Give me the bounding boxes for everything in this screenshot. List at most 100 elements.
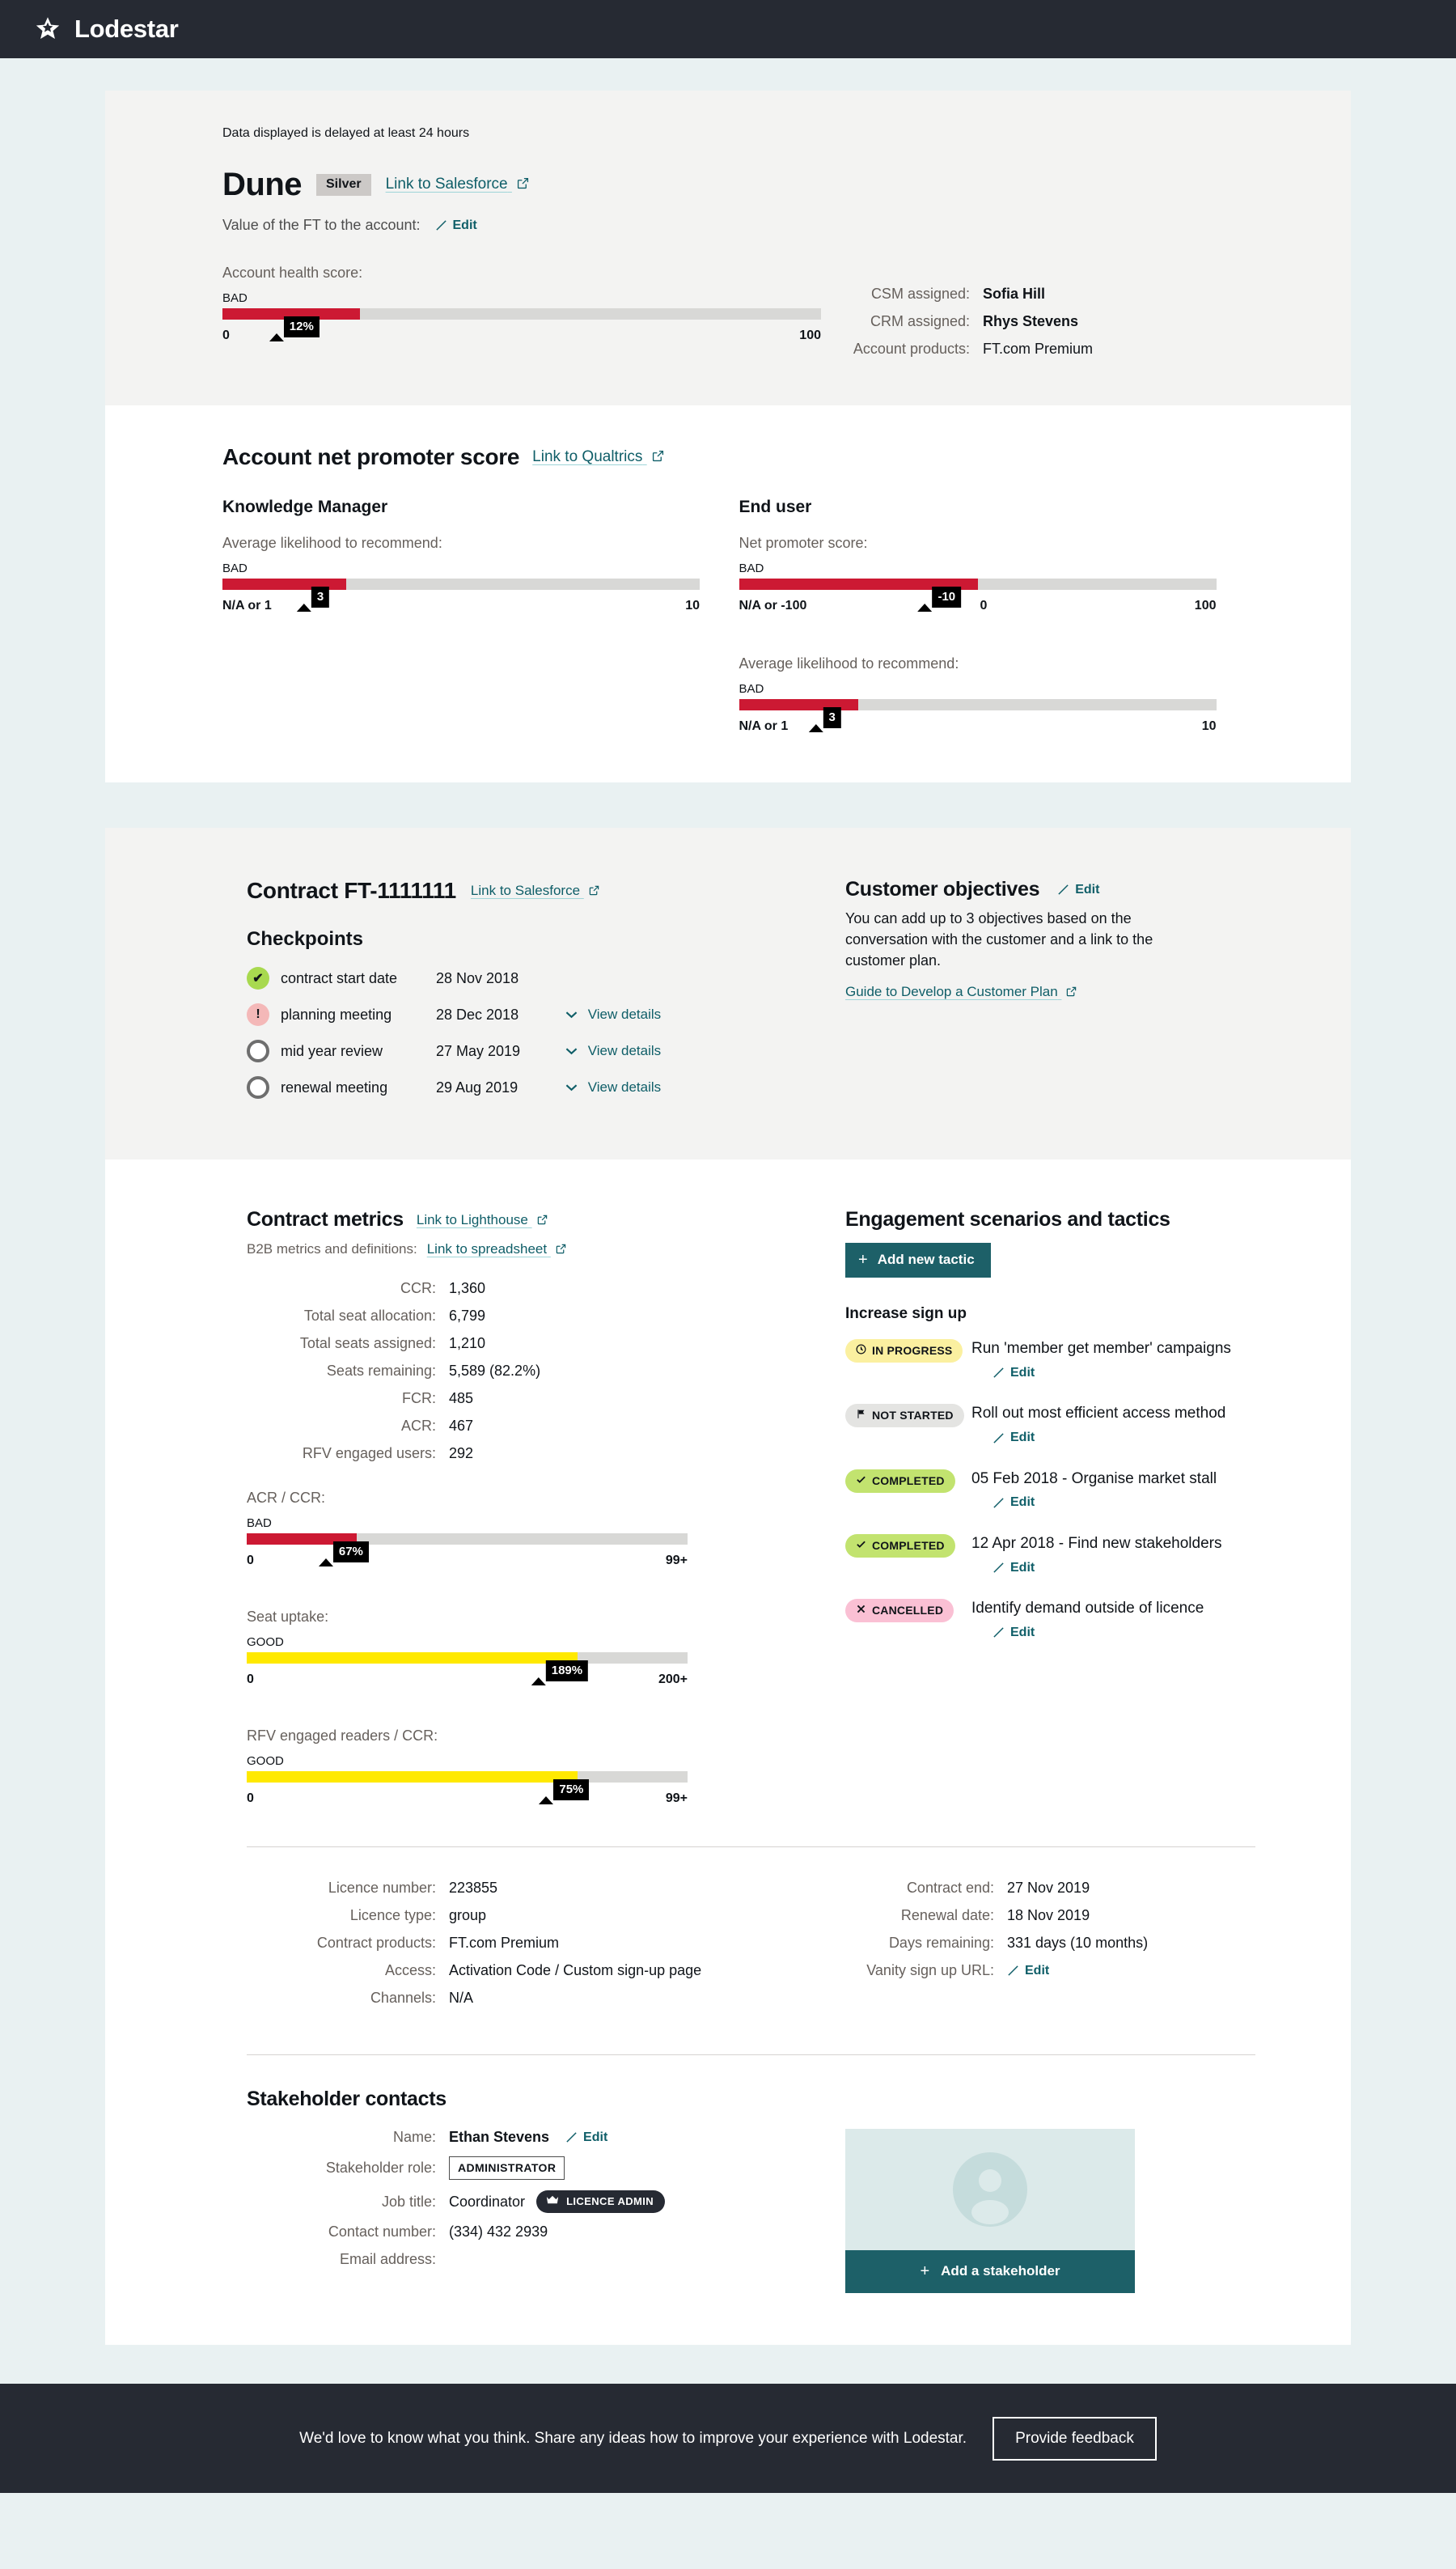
licence-label: Days remaining: bbox=[888, 1935, 994, 1951]
edit-tactic-button[interactable]: Edit bbox=[993, 1431, 1035, 1445]
avatar bbox=[845, 2129, 1135, 2250]
nps-card: Account net promoter score Link to Qualt… bbox=[105, 405, 1351, 782]
detail-row-csm: CSM assigned: Sofia Hill bbox=[821, 286, 1255, 303]
licence-label: Licence type: bbox=[349, 1907, 436, 1923]
view-details-link[interactable]: View details bbox=[565, 1043, 661, 1059]
checkpoint-row: renewal meeting 29 Aug 2019 View details bbox=[247, 1076, 845, 1099]
link-to-salesforce-contract[interactable]: Link to Salesforce bbox=[471, 883, 599, 899]
external-link-icon bbox=[556, 1241, 566, 1257]
meter-value-pointer: 189% bbox=[531, 1660, 589, 1685]
meter-value-pointer: -10 bbox=[917, 587, 962, 612]
meter-mid-label: 0 bbox=[980, 599, 988, 613]
external-link-icon bbox=[537, 1212, 548, 1228]
meter-min-label: 0 bbox=[247, 1672, 254, 1686]
meter-value-pointer: 67% bbox=[318, 1541, 369, 1566]
meter-value-pointer: 12% bbox=[269, 316, 320, 341]
crown-icon bbox=[546, 2195, 559, 2207]
link-to-lighthouse[interactable]: Link to Lighthouse bbox=[417, 1212, 548, 1228]
objectives-description: You can add up to 3 objectives based on … bbox=[845, 910, 1153, 969]
licence-label: Licence number: bbox=[328, 1880, 436, 1896]
meter-value-label: 3 bbox=[823, 707, 841, 728]
link-to-qualtrics[interactable]: Link to Qualtrics bbox=[532, 448, 664, 466]
empty-circle-icon bbox=[247, 1040, 269, 1062]
licence-value: 18 Nov 2019 bbox=[1007, 1907, 1090, 1923]
meter-rating: BAD bbox=[739, 562, 764, 575]
licence-label: Renewal date: bbox=[900, 1907, 994, 1923]
checkpoint-name: contract start date bbox=[281, 969, 398, 986]
check-icon bbox=[856, 1474, 866, 1487]
account-header: Dune Silver Link to Salesforce bbox=[222, 168, 1255, 201]
checkpoint-date: 29 Aug 2019 bbox=[436, 1079, 518, 1096]
licence-value: 331 days (10 months) bbox=[1007, 1935, 1149, 1951]
status-label: COMPLETED bbox=[872, 1473, 945, 1487]
edit-tactic-button[interactable]: Edit bbox=[993, 1366, 1035, 1380]
scenario-heading: Increase sign up bbox=[845, 1305, 967, 1322]
customer-plan-guide-link[interactable]: Guide to Develop a Customer Plan bbox=[845, 984, 1077, 1000]
feedback-footer: We'd love to know what you think. Share … bbox=[0, 2384, 1456, 2493]
meter-value-pointer: 3 bbox=[808, 707, 841, 732]
view-details-link[interactable]: View details bbox=[565, 1007, 661, 1023]
section-spacer bbox=[0, 782, 1456, 828]
meter-track bbox=[739, 699, 1217, 710]
add-stakeholder-button[interactable]: + Add a stakeholder bbox=[845, 2250, 1135, 2293]
edit-vanity-url-button[interactable]: Edit bbox=[1007, 1962, 1049, 1979]
status-badge: NOT STARTED bbox=[845, 1404, 964, 1428]
meter-rating: BAD bbox=[222, 291, 248, 305]
meter-max-label: 200+ bbox=[658, 1672, 688, 1686]
app-header: Lodestar bbox=[0, 0, 1456, 58]
edit-tactic-button[interactable]: Edit bbox=[993, 1495, 1035, 1510]
edit-objectives-button[interactable]: Edit bbox=[1057, 883, 1099, 897]
provide-feedback-button[interactable]: Provide feedback bbox=[993, 2416, 1157, 2461]
divider bbox=[247, 2054, 1255, 2055]
meter-caption: Average likelihood to recommend: bbox=[222, 535, 442, 551]
meter-caption: RFV engaged readers / CCR: bbox=[247, 1728, 438, 1744]
person-icon bbox=[953, 2152, 1027, 2227]
link-to-spreadsheet[interactable]: Link to spreadsheet bbox=[427, 1241, 566, 1257]
clock-icon bbox=[856, 1344, 866, 1357]
metric-label: CCR: bbox=[400, 1280, 436, 1296]
checkpoint-date: 27 May 2019 bbox=[436, 1042, 521, 1059]
vanity-url-row: Vanity sign up URL: Edit bbox=[845, 1962, 1255, 1979]
add-new-tactic-button[interactable]: + Add new tactic bbox=[845, 1243, 991, 1278]
meter-min-label: 0 bbox=[247, 1554, 254, 1567]
metric-row: Total seats assigned: 1,210 bbox=[247, 1335, 845, 1352]
meter-max-label: 10 bbox=[1201, 719, 1217, 733]
feedback-text: We'd love to know what you think. Share … bbox=[299, 2429, 967, 2447]
licence-row: Channels: N/A bbox=[247, 1990, 845, 2007]
checkpoint-name: mid year review bbox=[281, 1042, 383, 1059]
metric-label: Seats remaining: bbox=[326, 1363, 436, 1379]
pencil-icon bbox=[993, 1497, 1005, 1509]
detail-label: CSM assigned: bbox=[870, 286, 970, 302]
licence-row: Licence type: group bbox=[247, 1907, 845, 1924]
tactic-text: Run 'member get member' campaigns bbox=[971, 1340, 1231, 1357]
edit-tactic-button[interactable]: Edit bbox=[993, 1626, 1035, 1640]
acr-ccr-meter: ACR / CCR: BAD 0 67% 99+ bbox=[247, 1490, 688, 1571]
stakeholder-title: Stakeholder contacts bbox=[247, 2088, 447, 2110]
metric-label: FCR: bbox=[402, 1390, 436, 1406]
add-stakeholder-label: Add a stakeholder bbox=[941, 2263, 1060, 2279]
checkpoint-row: ✔ contract start date 28 Nov 2018 bbox=[247, 967, 845, 990]
chevron-down-icon bbox=[565, 1043, 578, 1055]
edit-label: Edit bbox=[1075, 882, 1100, 897]
licence-row: Licence number: 223855 bbox=[247, 1880, 845, 1897]
check-circle-icon: ✔ bbox=[247, 967, 269, 990]
licence-value: 27 Nov 2019 bbox=[1007, 1880, 1090, 1896]
edit-tactic-button[interactable]: Edit bbox=[993, 1561, 1035, 1575]
tactic-text: 12 Apr 2018 - Find new stakeholders bbox=[971, 1534, 1222, 1552]
metric-label: Total seats assigned: bbox=[299, 1335, 436, 1351]
contract-metrics-column: Contract metrics Link to Lighthouse B2B … bbox=[247, 1208, 845, 1809]
view-details-link[interactable]: View details bbox=[565, 1079, 661, 1096]
link-to-salesforce-account[interactable]: Link to Salesforce bbox=[386, 176, 529, 193]
tier-badge: Silver bbox=[316, 173, 371, 196]
flag-icon bbox=[856, 1409, 866, 1422]
contract-checkpoints-column: Contract FT-1111111 Link to Salesforce C… bbox=[247, 878, 845, 1113]
meter-max-label: 99+ bbox=[665, 1554, 688, 1567]
licence-label: Access: bbox=[384, 1962, 436, 1978]
view-details-label: View details bbox=[587, 1043, 662, 1058]
edit-ft-value-button[interactable]: Edit bbox=[435, 218, 477, 233]
licence-value: N/A bbox=[449, 1990, 474, 2006]
meter-caption: Seat uptake: bbox=[247, 1609, 329, 1625]
tactic-row: COMPLETED 05 Feb 2018 - Organise market … bbox=[845, 1469, 1255, 1513]
meter-caption: Average likelihood to recommend: bbox=[739, 655, 959, 672]
edit-stakeholder-button[interactable]: Edit bbox=[565, 2130, 607, 2145]
